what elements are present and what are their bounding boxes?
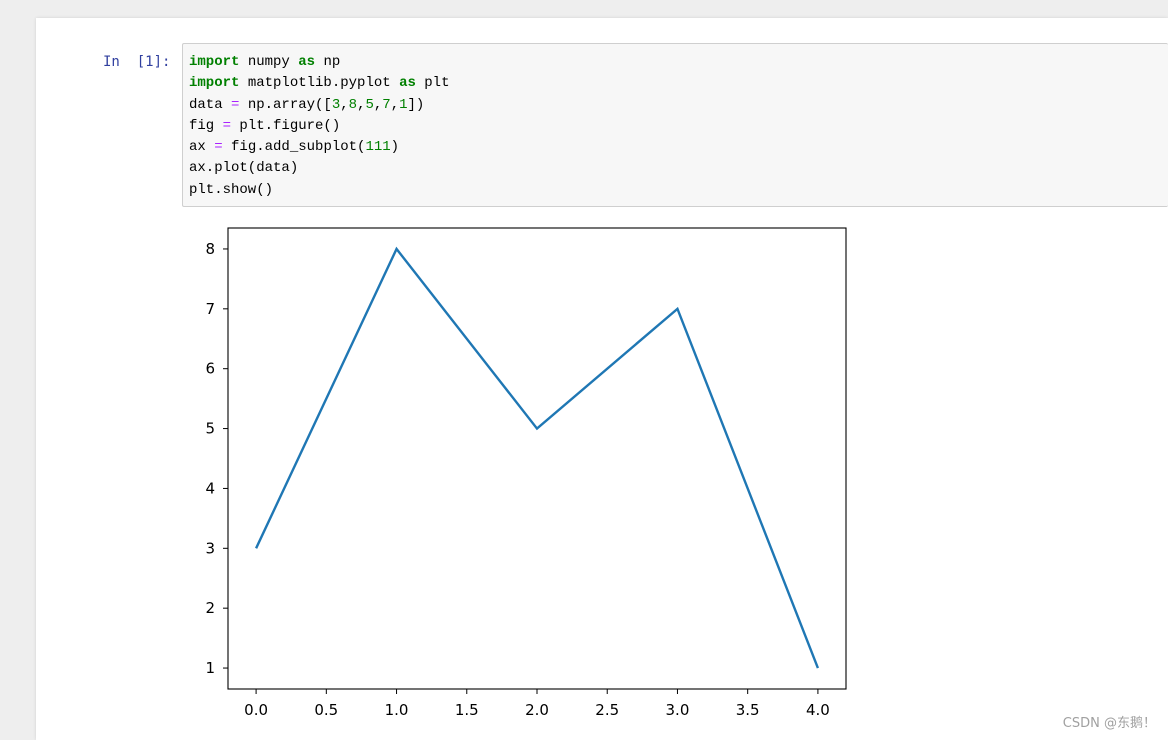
code-token: 8 — [348, 96, 358, 113]
code-token: as — [298, 54, 316, 70]
code-editor[interactable]: import numpy as np import matplotlib.pypl… — [189, 52, 449, 201]
x-tick-label: 0.0 — [244, 701, 268, 719]
axes-frame — [227, 227, 847, 690]
code-token: plt.figure() — [231, 117, 341, 134]
y-tick-label: 7 — [205, 300, 215, 318]
code-token: as — [399, 75, 416, 92]
code-line: import numpy as np — [189, 52, 449, 73]
y-tick-label: 2 — [205, 599, 215, 617]
code-token: ax — [189, 139, 215, 156]
code-token: matplotlib.pyplot — [239, 75, 400, 92]
code-token: fig.add_subplot( — [222, 139, 366, 156]
series-line — [255, 246, 820, 669]
x-tick-label: 2.5 — [595, 701, 619, 719]
x-tick-label: 3.5 — [736, 701, 760, 719]
x-tick-label: 1.5 — [455, 701, 479, 719]
code-token: import — [189, 75, 240, 92]
code-token: , — [390, 96, 400, 113]
code-token: numpy — [239, 54, 299, 70]
code-line: fig = plt.figure() — [189, 116, 449, 137]
code-line: ax = fig.add_subplot(111) — [189, 137, 449, 158]
code-token: fig — [189, 117, 223, 134]
y-tick-label: 5 — [205, 420, 215, 438]
watermark: CSDN @东鹅！ — [1062, 716, 1156, 731]
code-token: , — [340, 96, 349, 113]
x-tick-label: 2.0 — [525, 701, 549, 719]
code-token: data — [189, 96, 232, 113]
code-token: np — [315, 54, 341, 70]
code-line: data = np.array([3,8,5,7,1]) — [189, 95, 449, 116]
code-line: import matplotlib.pyplot as plt — [189, 73, 449, 94]
code-token: 1 — [399, 96, 408, 113]
code-token: 111 — [365, 139, 391, 156]
y-tick-label: 3 — [205, 539, 215, 557]
y-tick-label: 6 — [205, 360, 215, 378]
code-line: plt.show() — [189, 180, 449, 201]
y-tick-label: 8 — [205, 240, 215, 258]
line-chart: 0.0 0.5 1.0 1.5 2.0 2.5 3.0 3.5 4.0 1 2 3 4 5 6 7 8 — [205, 227, 847, 719]
code-token: 7 — [382, 96, 391, 113]
code-token: ax.plot(data) — [189, 160, 299, 177]
code-cell-input[interactable]: import numpy as np import matplotlib.pypl… — [182, 43, 1168, 207]
code-token: ) — [390, 139, 400, 156]
code-token: 3 — [331, 96, 341, 113]
cell-prompt: In [1]: — [103, 54, 171, 70]
x-tick-label: 0.5 — [314, 701, 338, 719]
x-tick-label: 4.0 — [806, 701, 830, 719]
x-tick-label: 1.0 — [385, 701, 409, 719]
code-token: = — [222, 117, 232, 134]
code-token: = — [214, 139, 223, 156]
y-tick-label: 4 — [205, 479, 215, 497]
x-tick-label: 3.0 — [666, 701, 690, 719]
code-token: ]) — [407, 96, 425, 113]
code-line: ax.plot(data) — [189, 158, 449, 179]
y-tick-label: 1 — [205, 659, 215, 677]
code-token: plt — [415, 75, 450, 92]
code-token: plt.show() — [189, 181, 274, 198]
code-token: import — [189, 54, 240, 70]
cell-output: 0.0 0.5 1.0 1.5 2.0 2.5 3.0 3.5 4.0 1 2 3 4 5 6 7 8 — [182, 212, 882, 732]
code-token: 5 — [365, 96, 374, 113]
code-token: np.array([ — [239, 96, 332, 113]
